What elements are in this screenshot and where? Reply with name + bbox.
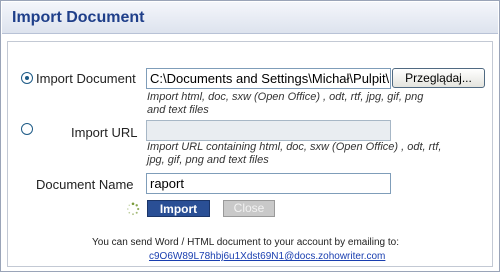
import-url-hint-line1: Import URL containing html, doc, sxw (Op… (147, 141, 442, 153)
loading-spinner-icon (127, 202, 140, 216)
email-instructions-text: You can send Word / HTML document to you… (92, 237, 400, 248)
browse-button[interactable]: Przeglądaj... (392, 68, 485, 88)
import-url-radio[interactable] (21, 123, 33, 135)
import-document-dialog: Import Document Import Document C:\Docum… (0, 0, 500, 272)
file-path-field[interactable]: C:\Documents and Settings\Michał\Pulpit\ (146, 68, 391, 89)
import-button[interactable]: Import (147, 200, 210, 217)
import-email-link[interactable]: c9O6W89L78hbj6u1Xdst69N1@docs.zohowriter… (149, 251, 385, 262)
document-name-label: Document Name (36, 177, 134, 192)
dialog-title: Import Document (12, 9, 145, 26)
import-document-hint-line1: Import html, doc, sxw (Open Office) , od… (147, 91, 424, 103)
close-button[interactable]: Close (223, 200, 275, 217)
import-url-hint-line2: jpg, gif, png and text files (147, 154, 269, 166)
document-name-field[interactable]: raport (146, 173, 391, 194)
import-document-label: Import Document (36, 71, 136, 86)
import-document-radio[interactable] (21, 72, 33, 84)
import-document-hint-line2: and text files (147, 104, 209, 116)
import-url-label: Import URL (71, 125, 138, 140)
url-field[interactable] (146, 120, 391, 141)
dialog-header: Import Document (2, 2, 498, 34)
